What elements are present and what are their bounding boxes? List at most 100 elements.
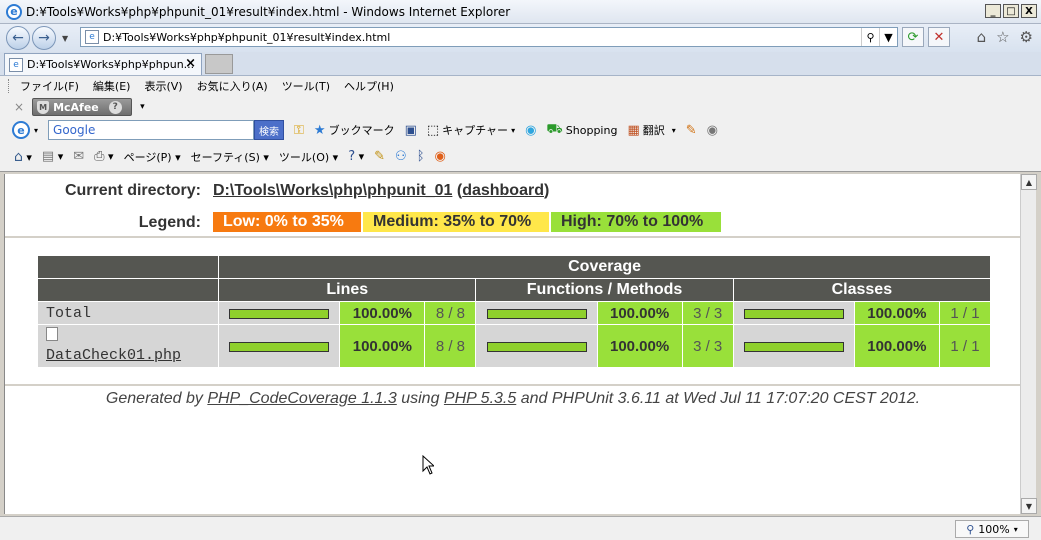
tab-bar: e D:¥Tools¥Works¥php¥phpun... ×: [0, 52, 1041, 76]
dashboard-link[interactable]: dashboard: [462, 182, 544, 199]
status-bar: ⚲ 100% ▾: [0, 516, 1041, 540]
minimize-button[interactable]: _: [985, 4, 1001, 18]
star-icon: ★: [313, 122, 326, 138]
search-icon[interactable]: ⚲: [861, 28, 879, 46]
home-icon[interactable]: ⌂: [977, 28, 987, 46]
forward-button[interactable]: →: [32, 26, 56, 50]
google-toolbar-logo-icon[interactable]: e: [12, 121, 30, 139]
options-circle-icon: ◉: [706, 122, 719, 138]
menu-favorites[interactable]: お気に入り(A): [197, 78, 268, 94]
capture-button[interactable]: ⬚ キャプチャー ▾: [427, 122, 515, 138]
mcafee-button[interactable]: M McAfee ?: [32, 98, 133, 116]
back-button[interactable]: ←: [6, 26, 30, 50]
dashboard-close-paren: ): [543, 182, 550, 199]
page-icon: e: [85, 30, 99, 44]
classes-bar-cell: [733, 325, 854, 367]
scroll-down-arrow-icon[interactable]: ▼: [1021, 498, 1037, 514]
functions-percent: 100.00%: [597, 302, 682, 324]
firefox-icon[interactable]: ◉: [435, 149, 446, 164]
toolbar-grip[interactable]: [8, 79, 11, 93]
page-menu-button[interactable]: ページ(P) ▾: [124, 149, 181, 165]
twitter-button[interactable]: ◉: [525, 123, 536, 138]
history-dropdown-icon[interactable]: ▼: [62, 34, 68, 43]
codecoverage-link[interactable]: PHP_CodeCoverage 1.1.3: [207, 390, 396, 407]
safety-menu-label: セーフティ(S): [190, 150, 260, 164]
vertical-scrollbar[interactable]: ▲ ▼: [1020, 174, 1037, 514]
key-icon[interactable]: ⚿: [294, 123, 304, 138]
scroll-up-arrow-icon[interactable]: ▲: [1021, 174, 1037, 190]
window-controls: _ □ X: [985, 4, 1037, 18]
zoom-control[interactable]: ⚲ 100% ▾: [955, 520, 1029, 538]
mcafee-label: McAfee: [53, 100, 99, 114]
broom-button[interactable]: ✎: [686, 123, 697, 138]
maximize-button[interactable]: □: [1003, 4, 1019, 18]
classes-bar-cell: [733, 302, 854, 324]
menu-tools[interactable]: ツール(T): [282, 78, 330, 94]
tab-index[interactable]: e D:¥Tools¥Works¥php¥phpun... ×: [4, 53, 202, 75]
file-link[interactable]: DataCheck01.php: [46, 347, 181, 364]
address-text[interactable]: D:¥Tools¥Works¥php¥phpunit_01¥result¥ind…: [103, 31, 861, 44]
menu-edit[interactable]: 編集(E): [93, 78, 131, 94]
tools-gear-icon[interactable]: ⚙: [1020, 28, 1033, 46]
coverage-table: Coverage Lines Functions / Methods Class…: [37, 255, 991, 368]
address-bar[interactable]: e D:¥Tools¥Works¥php¥phpunit_01¥result¥i…: [80, 27, 898, 47]
shopping-button[interactable]: ⛟ Shopping: [546, 122, 617, 139]
google-search-input[interactable]: Google: [48, 120, 255, 140]
home-cmd-icon: ⌂: [14, 148, 23, 165]
messenger-icon[interactable]: ⚇: [395, 149, 407, 164]
feeds-button[interactable]: ▤ ▾: [42, 149, 63, 164]
capture-dropdown-icon: ▾: [511, 125, 516, 135]
options-button[interactable]: ◉: [707, 123, 718, 138]
legend-high: High: 70% to 100%: [551, 212, 721, 232]
stop-button[interactable]: ✕: [928, 27, 950, 47]
mcafee-toolbar: × M McAfee ? ▾: [0, 96, 1041, 118]
footer-suffix: and PHPUnit 3.6.11 at Wed Jul 11 17:07:2…: [516, 390, 921, 407]
mail-button[interactable]: ✉: [73, 149, 84, 164]
functions-percent: 100.00%: [597, 325, 682, 367]
capture-icon: ⬚: [426, 122, 440, 138]
help-cmd-button[interactable]: ? ▾: [348, 149, 364, 164]
tools-menu-label: ツール(O): [278, 150, 330, 164]
bookmark-button[interactable]: ★ ブックマーク: [314, 122, 395, 138]
coverage-group-header-row: Coverage: [38, 256, 990, 278]
menu-view[interactable]: 表示(V): [144, 78, 182, 94]
classes-ratio: 1 / 1: [939, 325, 990, 367]
lines-progress-bar: [229, 308, 330, 319]
mcafee-close-icon[interactable]: ×: [14, 100, 24, 114]
translate-label: 翻訳: [642, 124, 665, 137]
mcafee-dropdown-icon[interactable]: ▾: [140, 102, 145, 112]
google-toolbar: e ▾ Google 検索 ⚿ ★ ブックマーク ▣ ⬚ キャプチャー ▾ ◉ …: [0, 118, 1041, 142]
tab-close-icon[interactable]: ×: [185, 56, 196, 71]
google-search-button[interactable]: 検索: [254, 120, 285, 140]
research-icon[interactable]: ✎: [374, 149, 385, 164]
address-dropdown-icon[interactable]: ▼: [879, 28, 897, 46]
safety-menu-button[interactable]: セーフティ(S) ▾: [191, 149, 269, 165]
save-icon-button[interactable]: ▣: [405, 123, 417, 138]
google-logo-dropdown-icon[interactable]: ▾: [34, 126, 38, 135]
new-tab-button[interactable]: [205, 54, 233, 74]
menu-file[interactable]: ファイル(F): [20, 78, 79, 94]
functions-header: Functions / Methods: [476, 279, 733, 301]
navigation-bar: ← → ▼ e D:¥Tools¥Works¥php¥phpunit_01¥re…: [0, 24, 1041, 52]
zoom-level: 100%: [978, 522, 1010, 536]
functions-bar-cell: [476, 325, 597, 367]
directory-link[interactable]: D:\Tools\Works\php\phpunit_01: [213, 182, 452, 199]
footer: Generated by PHP_CodeCoverage 1.1.3 usin…: [5, 390, 1020, 408]
favorites-icon[interactable]: ☆: [996, 28, 1009, 46]
menu-help[interactable]: ヘルプ(H): [344, 78, 394, 94]
home-cmd-button[interactable]: ⌂ ▾: [14, 149, 32, 165]
tools-menu-button[interactable]: ツール(O) ▾: [279, 149, 338, 165]
lines-ratio: 8 / 8: [425, 325, 476, 367]
bluetooth-icon[interactable]: ᛒ: [417, 149, 425, 164]
feed-icon: ▤: [41, 149, 55, 164]
refresh-button[interactable]: ⟳: [902, 27, 924, 47]
print-button[interactable]: ⎙ ▾: [94, 149, 113, 164]
functions-progress-bar: [486, 341, 587, 352]
close-button[interactable]: X: [1021, 4, 1037, 18]
php-link[interactable]: PHP 5.3.5: [444, 390, 516, 407]
mail-icon: ✉: [73, 149, 85, 164]
help-icon[interactable]: ?: [108, 100, 122, 114]
coverage-column-header-row: Lines Functions / Methods Classes: [38, 279, 990, 301]
classes-percent: 100.00%: [854, 302, 939, 324]
translate-button[interactable]: ▦ 翻訳 ▾: [627, 122, 675, 138]
